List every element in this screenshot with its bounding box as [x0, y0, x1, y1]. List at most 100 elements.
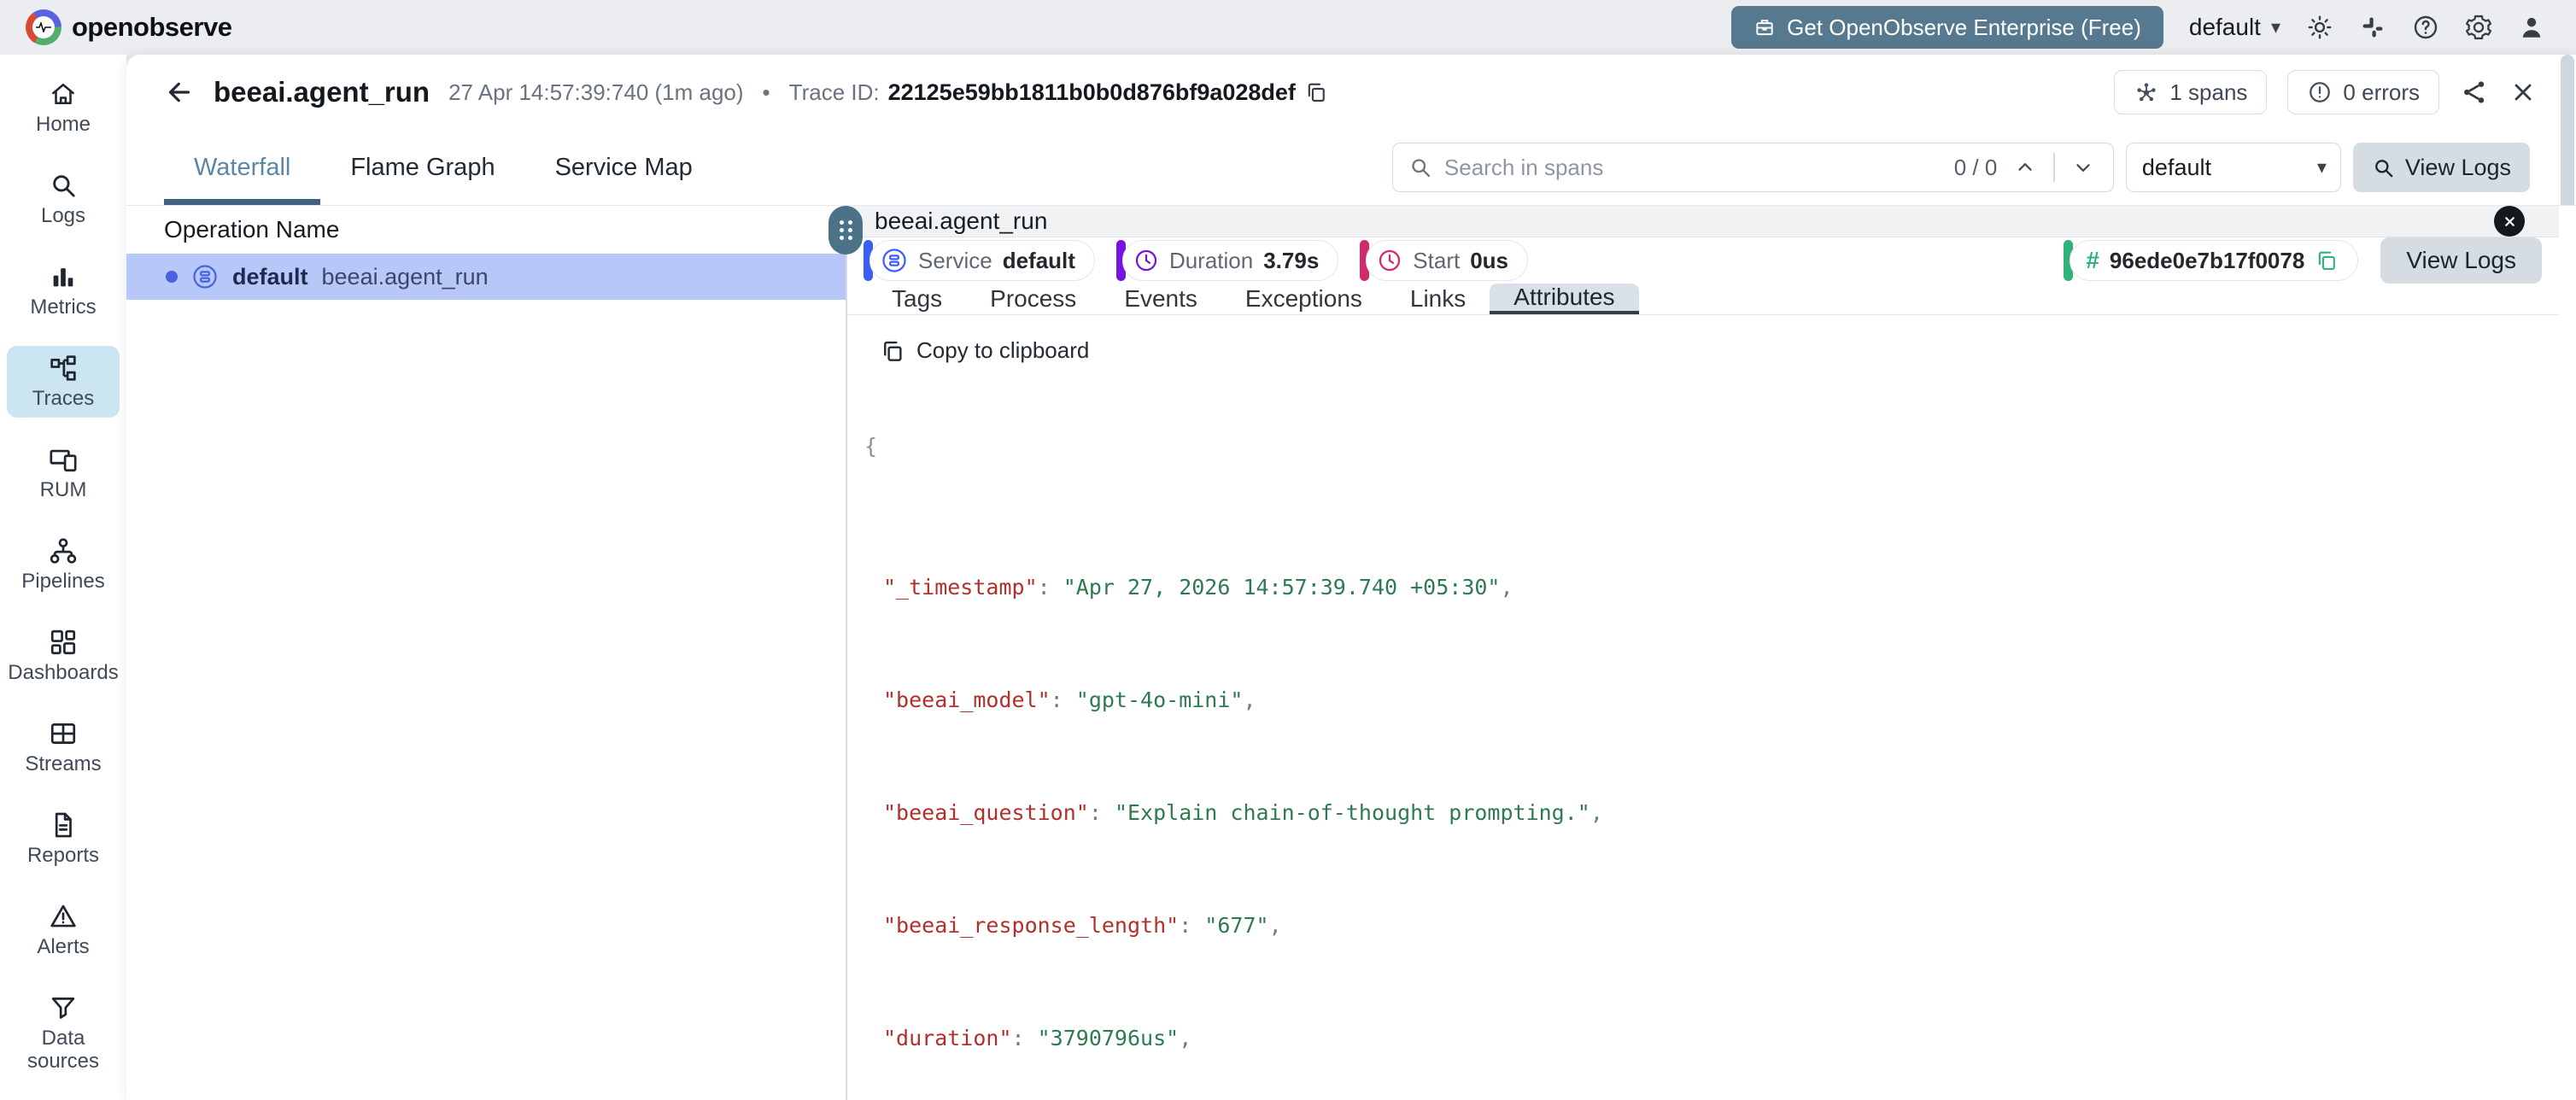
span-id-chip: # 96ede0e7b17f0078 — [2070, 240, 2358, 281]
sidebar-item-label: Home — [36, 113, 91, 136]
chevron-down-icon: ▾ — [2317, 156, 2327, 178]
spans-count-label: 1 spans — [2169, 79, 2247, 106]
trace-id-value: 22125e59bb1811b0b0d876bf9a028def — [888, 79, 1296, 106]
view-logs-label: View Logs — [2405, 155, 2511, 181]
sidebar-item-pipelines[interactable]: Pipelines — [7, 529, 120, 600]
panel-resize-handle[interactable] — [828, 206, 863, 255]
service-label: Service — [918, 248, 992, 274]
previous-match-icon[interactable] — [2009, 156, 2041, 178]
tab-flame-graph[interactable]: Flame Graph — [320, 130, 524, 205]
waterfall-panel: Operation Name default beeai.agent_run — [126, 206, 846, 1100]
sidebar-item-rum[interactable]: RUM — [7, 437, 120, 509]
close-icon[interactable] — [2509, 79, 2537, 106]
enterprise-button-label: Get OpenObserve Enterprise (Free) — [1787, 15, 2141, 41]
org-selector-value: default — [2189, 14, 2261, 41]
attribute-value: "677" — [1204, 913, 1268, 938]
tab-tags[interactable]: Tags — [868, 284, 966, 314]
alerts-warning-icon — [49, 902, 78, 931]
trace-title: beeai.agent_run — [214, 76, 430, 108]
sidebar-item-label: Pipelines — [21, 570, 104, 593]
stream-selector[interactable]: default ▾ — [2126, 143, 2341, 192]
data-sources-funnel-icon — [49, 993, 78, 1022]
row-operation-name: beeai.agent_run — [322, 264, 489, 290]
copy-to-clipboard-button[interactable]: Copy to clipboard — [880, 337, 1089, 364]
attribute-key: "beeai_response_length" — [883, 913, 1179, 938]
sidebar-item-label: Logs — [41, 204, 85, 227]
sidebar-item-streams[interactable]: Streams — [7, 711, 120, 783]
sidebar-item-label: RUM — [40, 478, 87, 501]
tab-label: Process — [990, 285, 1076, 313]
span-search-box: 0 / 0 — [1392, 143, 2114, 192]
attribute-value: "Explain chain-of-thought prompting." — [1115, 800, 1590, 825]
start-label: Start — [1413, 248, 1460, 274]
trace-panels: Operation Name default beeai.agent_run — [126, 205, 2576, 1100]
span-details-header: beeai.agent_run — [847, 206, 2559, 237]
stream-selector-value: default — [2142, 155, 2211, 181]
span-details-title: beeai.agent_run — [875, 208, 1047, 235]
help-icon[interactable] — [2412, 14, 2439, 41]
org-selector[interactable]: default ▾ — [2189, 14, 2280, 41]
reports-document-icon — [49, 810, 78, 840]
attribute-value: "gpt-4o-mini" — [1076, 688, 1244, 712]
sidebar-item-label: Dashboards — [8, 661, 118, 684]
brand-logo[interactable]: openobserve — [26, 9, 231, 45]
sidebar-item-data-sources[interactable]: Data sources — [7, 986, 120, 1080]
sidebar-item-dashboards[interactable]: Dashboards — [7, 620, 120, 692]
view-logs-button[interactable]: View Logs — [2353, 143, 2530, 192]
get-enterprise-button[interactable]: Get OpenObserve Enterprise (Free) — [1731, 6, 2163, 49]
tab-service-map[interactable]: Service Map — [525, 130, 723, 205]
row-service-name: default — [232, 264, 308, 290]
attribute-line: "_timestamp": "Apr 27, 2026 14:57:39.740… — [864, 573, 2559, 601]
settings-gear-icon[interactable] — [2465, 14, 2492, 41]
sidebar-item-reports[interactable]: Reports — [7, 803, 120, 875]
theme-toggle-icon[interactable] — [2306, 14, 2333, 41]
sidebar-item-alerts[interactable]: Alerts — [7, 894, 120, 966]
copy-trace-id-icon[interactable] — [1304, 80, 1328, 104]
attribute-key: "_timestamp" — [883, 575, 1038, 600]
sidebar-nav: Home Logs Metrics Traces RUM Pipelines — [0, 55, 126, 1100]
json-open-brace: { — [864, 432, 2559, 460]
user-avatar-icon[interactable] — [2518, 14, 2545, 41]
view-logs-label: View Logs — [2406, 247, 2516, 273]
tab-label: Service Map — [555, 154, 693, 182]
attribute-line: "duration": "3790796us", — [864, 1024, 2559, 1052]
copy-span-id-icon[interactable] — [2315, 249, 2339, 272]
divider — [2053, 153, 2055, 182]
sidebar-item-label: Traces — [32, 387, 94, 410]
tab-process[interactable]: Process — [966, 284, 1100, 314]
span-view-logs-button[interactable]: View Logs — [2380, 237, 2542, 284]
trace-header: beeai.agent_run 27 Apr 14:57:39:740 (1m … — [126, 55, 2576, 130]
tab-waterfall[interactable]: Waterfall — [164, 130, 320, 205]
tab-events[interactable]: Events — [1100, 284, 1221, 314]
slack-icon[interactable] — [2359, 14, 2386, 41]
back-arrow-icon[interactable] — [164, 77, 195, 108]
next-match-icon[interactable] — [2067, 156, 2099, 178]
sidebar-item-label: Alerts — [37, 935, 89, 958]
close-details-icon[interactable] — [2494, 206, 2525, 237]
tab-links[interactable]: Links — [1386, 284, 1490, 314]
span-row-selected[interactable]: default beeai.agent_run — [126, 254, 846, 300]
duration-value: 3.79s — [1263, 248, 1319, 274]
attribute-lines: "_timestamp": "Apr 27, 2026 14:57:39.740… — [864, 517, 2559, 1100]
trace-id-label: Trace ID: — [789, 79, 880, 106]
view-tabs: Waterfall Flame Graph Service Map — [164, 130, 723, 205]
sidebar-item-traces[interactable]: Traces — [7, 346, 120, 418]
tab-exceptions[interactable]: Exceptions — [1221, 284, 1386, 314]
sidebar-item-logs[interactable]: Logs — [7, 163, 120, 235]
sidebar-item-home[interactable]: Home — [7, 72, 120, 143]
tab-attributes[interactable]: Attributes — [1490, 284, 1638, 314]
duration-chip: Duration 3.79s — [1122, 240, 1338, 281]
streams-grid-icon — [49, 719, 78, 748]
span-detail-tabs: Tags Process Events Exceptions Links Att… — [847, 284, 2559, 315]
search-in-spans-input[interactable] — [1444, 155, 1942, 181]
operation-name-header: Operation Name — [126, 206, 846, 254]
dot-separator: • — [763, 79, 770, 106]
service-value: default — [1003, 248, 1075, 274]
share-icon[interactable] — [2460, 78, 2489, 107]
attribute-value: "3790796us" — [1038, 1026, 1180, 1050]
openobserve-app: openobserve Get OpenObserve Enterprise (… — [0, 0, 2576, 1100]
service-chip: Service default — [869, 240, 1095, 281]
pipelines-hierarchy-icon — [49, 536, 78, 565]
duration-label: Duration — [1169, 248, 1253, 274]
sidebar-item-metrics[interactable]: Metrics — [7, 255, 120, 326]
